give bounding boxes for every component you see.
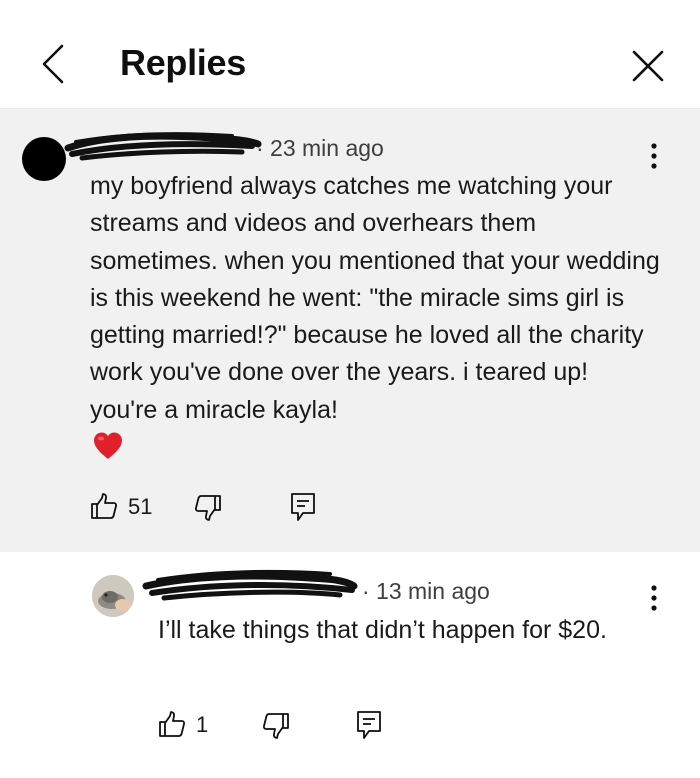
dislike-button[interactable]: [194, 494, 222, 522]
page-title: Replies: [120, 42, 246, 83]
replies-header: Replies: [0, 0, 700, 109]
close-icon: [632, 50, 664, 82]
comment-actions: 51: [90, 490, 350, 526]
thumbs-down-icon: [194, 495, 221, 521]
reply-actions: 1: [158, 708, 398, 744]
reply-button[interactable]: [290, 492, 316, 522]
like-count: 1: [196, 712, 209, 737]
reply-text: I’ll take things that didn’t happen for …: [158, 616, 607, 644]
reply-timestamp: · 13 min ago: [362, 578, 490, 604]
chevron-left-icon: [42, 44, 64, 84]
reply-button[interactable]: [356, 710, 382, 740]
like-button[interactable]: [158, 710, 186, 738]
avatar-image: [92, 575, 134, 617]
redacted-username: [142, 570, 358, 601]
more-options-button[interactable]: [642, 584, 666, 612]
redacted-username: [64, 132, 262, 161]
reply-icon: [291, 493, 315, 521]
back-button[interactable]: [36, 42, 76, 86]
more-options-button[interactable]: [642, 142, 666, 170]
close-button[interactable]: [628, 46, 668, 86]
heart-emoji: [92, 430, 124, 462]
more-vertical-icon: [651, 585, 657, 611]
heart-icon: [94, 432, 122, 459]
like-button[interactable]: [90, 492, 118, 520]
reply-avatar[interactable]: [92, 575, 134, 617]
comment-text: my boyfriend always catches me watching …: [90, 172, 660, 424]
thumbs-up-icon: [159, 711, 186, 737]
reply-icon: [357, 711, 381, 739]
thumbs-up-icon: [91, 493, 118, 519]
like-count: 51: [128, 494, 153, 519]
more-vertical-icon: [651, 143, 657, 169]
avatar[interactable]: [22, 137, 66, 181]
dislike-button[interactable]: [262, 712, 290, 740]
comment-timestamp: · 23 min ago: [256, 135, 384, 161]
thumbs-down-icon: [262, 713, 289, 739]
